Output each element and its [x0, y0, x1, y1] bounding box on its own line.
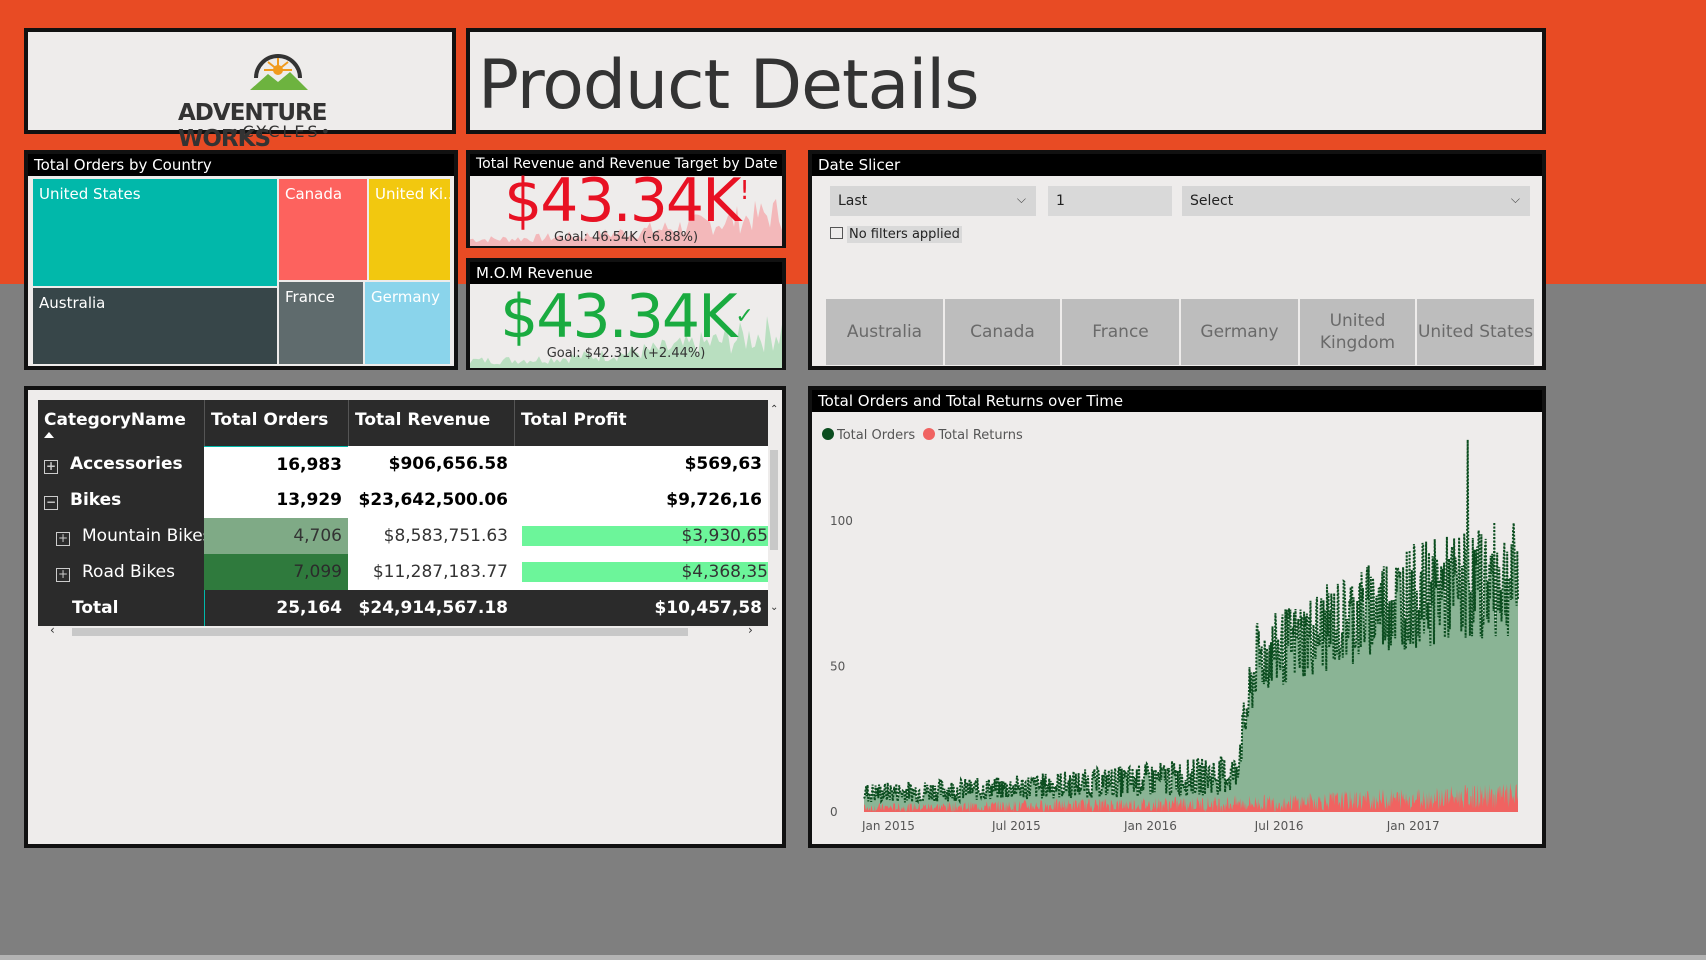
total-revenue: $24,914,567.18	[358, 598, 509, 618]
column-header-category[interactable]: CategoryName	[38, 400, 204, 446]
orders-cell: 7,099	[204, 554, 348, 590]
relative-mode-dropdown[interactable]: Last ⌵	[830, 186, 1036, 216]
x-tick-label: Jan 2017	[1386, 819, 1440, 832]
relative-count-input[interactable]: 1	[1048, 186, 1172, 216]
chevron-down-icon: ⌵	[1016, 192, 1026, 206]
scroll-left-icon[interactable]: ‹	[50, 623, 55, 637]
revenue-kpi-goal: Goal: 46.54K (-6.88%)	[553, 230, 699, 245]
treemap-cell-united-kingdom[interactable]: United Ki...	[369, 179, 450, 280]
calendar-icon	[830, 227, 843, 239]
orders-by-country-treemap[interactable]: Total Orders by Country United States Au…	[24, 150, 458, 370]
y-tick-label: 50	[830, 660, 845, 674]
table-row[interactable]: + Road Bikes 7,099 $11,287,183.77 $4,368,…	[38, 554, 778, 590]
row-label: + Road Bikes	[38, 554, 204, 590]
profit-cell: $3,930,65	[514, 518, 768, 554]
page-title: Product Details	[478, 46, 980, 125]
treemap-title: Total Orders by Country	[28, 154, 454, 176]
logo-sun-mountain-icon	[250, 54, 308, 90]
column-header-profit[interactable]: Total Profit	[514, 400, 768, 446]
x-tick-label: Jul 2015	[991, 819, 1041, 832]
total-profit: $10,457,58	[654, 598, 762, 618]
y-tick-label: 100	[830, 514, 853, 528]
country-tile-united-states[interactable]: United States	[1417, 299, 1534, 365]
row-label: + Mountain Bikes	[38, 518, 204, 554]
filter-status-text: No filters applied	[847, 226, 962, 243]
country-tile-united-kingdom[interactable]: United Kingdom	[1300, 299, 1415, 365]
mom-kpi-title: M.O.M Revenue	[470, 262, 782, 284]
scroll-right-icon[interactable]: ›	[748, 623, 753, 637]
country-tile-france[interactable]: France	[1062, 299, 1179, 365]
table-row[interactable]: − Bikes 13,929 $23,642,500.06 $9,726,16	[38, 482, 778, 518]
treemap-cell-canada[interactable]: Canada	[279, 179, 367, 280]
column-header-orders[interactable]: Total Orders	[204, 400, 348, 446]
revenue-kpi-card[interactable]: Total Revenue and Revenue Target by Date…	[466, 150, 786, 248]
table-row[interactable]: + Accessories 16,983 $906,656.58 $569,63	[38, 446, 778, 482]
horizontal-scrollbar[interactable]: ‹ ›	[38, 623, 768, 638]
category-matrix[interactable]: CategoryName Total Orders Total Revenue …	[38, 400, 780, 640]
filter-status: No filters applied	[830, 226, 962, 243]
revenue-cell: $8,583,751.63	[348, 518, 514, 554]
scroll-thumb[interactable]	[770, 450, 778, 550]
revenue-cell: $906,656.58	[348, 446, 514, 482]
footer-strip	[0, 955, 1706, 960]
treemap-cell-australia[interactable]: Australia	[33, 288, 277, 364]
orders-returns-chart-panel: Total Orders and Total Returns over Time…	[808, 386, 1546, 848]
relative-period-dropdown[interactable]: Select ⌵	[1182, 186, 1530, 216]
expand-icon[interactable]: +	[44, 460, 58, 474]
category-matrix-panel: CategoryName Total Orders Total Revenue …	[24, 386, 786, 848]
x-tick-label: Jan 2016	[1123, 819, 1177, 832]
orders-cell: 13,929	[204, 482, 348, 518]
row-label: − Bikes	[38, 482, 204, 518]
x-tick-label: Jan 2015	[861, 819, 915, 832]
total-label: Total	[72, 598, 119, 618]
profit-cell: $9,726,16	[514, 482, 768, 518]
profit-value: $4,368,35	[681, 562, 768, 582]
country-tile-australia[interactable]: Australia	[826, 299, 943, 365]
scroll-down-icon[interactable]: ⌄	[770, 602, 778, 613]
sort-ascending-icon	[44, 432, 54, 438]
profit-cell: $569,63	[514, 446, 768, 482]
mom-kpi-value: $43.34K✓	[500, 282, 754, 352]
treemap-cell-germany[interactable]: Germany	[365, 282, 450, 364]
column-header-revenue[interactable]: Total Revenue	[348, 400, 514, 446]
x-tick-label: Jul 2016	[1254, 819, 1304, 832]
total-orders: 25,164	[204, 590, 348, 626]
scroll-thumb[interactable]	[72, 628, 688, 636]
title-panel: Product Details	[466, 28, 1546, 134]
chevron-down-icon: ⌵	[1510, 192, 1520, 206]
row-label: + Accessories	[38, 446, 204, 482]
total-row: Total 25,164 $24,914,567.18 $10,457,58	[38, 590, 778, 626]
relative-period-value: Select	[1190, 193, 1234, 209]
country-tile-germany[interactable]: Germany	[1181, 299, 1298, 365]
mom-kpi-goal: Goal: $42.31K (+2.44%)	[546, 346, 706, 361]
scroll-up-icon[interactable]: ⌃	[770, 404, 778, 415]
profit-cell: $4,368,35	[514, 554, 768, 590]
treemap-cell-united-states[interactable]: United States	[33, 179, 277, 286]
revenue-cell: $23,642,500.06	[348, 482, 514, 518]
profit-value: $3,930,65	[681, 526, 768, 546]
logo-panel: ADVENTURE WORKS •CYCLES•	[24, 28, 456, 152]
country-tile-canada[interactable]: Canada	[945, 299, 1060, 365]
expand-icon[interactable]: +	[56, 532, 70, 546]
orders-returns-chart[interactable]: 0 50 100 Jan 2015 Jul 2015 Jan 2016 Jul 2016 J…	[812, 412, 1542, 832]
logo-subtitle: •CYCLES•	[230, 122, 334, 141]
vertical-scrollbar[interactable]: ⌃ ⌄	[768, 400, 780, 626]
expand-icon[interactable]: +	[56, 568, 70, 582]
table-row[interactable]: + Mountain Bikes 4,706 $8,583,751.63 $3,9…	[38, 518, 778, 554]
date-slicer-title: Date Slicer	[812, 154, 1542, 176]
relative-mode-value: Last	[838, 193, 868, 209]
y-tick-label: 0	[830, 805, 838, 819]
revenue-cell: $11,287,183.77	[348, 554, 514, 590]
orders-cell: 4,706	[204, 518, 348, 554]
logo: ADVENTURE WORKS •CYCLES•	[178, 46, 378, 152]
chart-title: Total Orders and Total Returns over Time	[812, 390, 1542, 412]
treemap-cell-france[interactable]: France	[279, 282, 363, 364]
orders-cell: 16,983	[204, 446, 348, 482]
date-slicer-panel: Date Slicer Last ⌵ 1 Select ⌵ No filters…	[808, 150, 1546, 370]
mom-revenue-kpi-card[interactable]: M.O.M Revenue $43.34K✓ Goal: $42.31K (+2…	[466, 258, 786, 370]
collapse-icon[interactable]: −	[44, 496, 58, 510]
revenue-kpi-value: $43.34K!	[504, 166, 750, 236]
